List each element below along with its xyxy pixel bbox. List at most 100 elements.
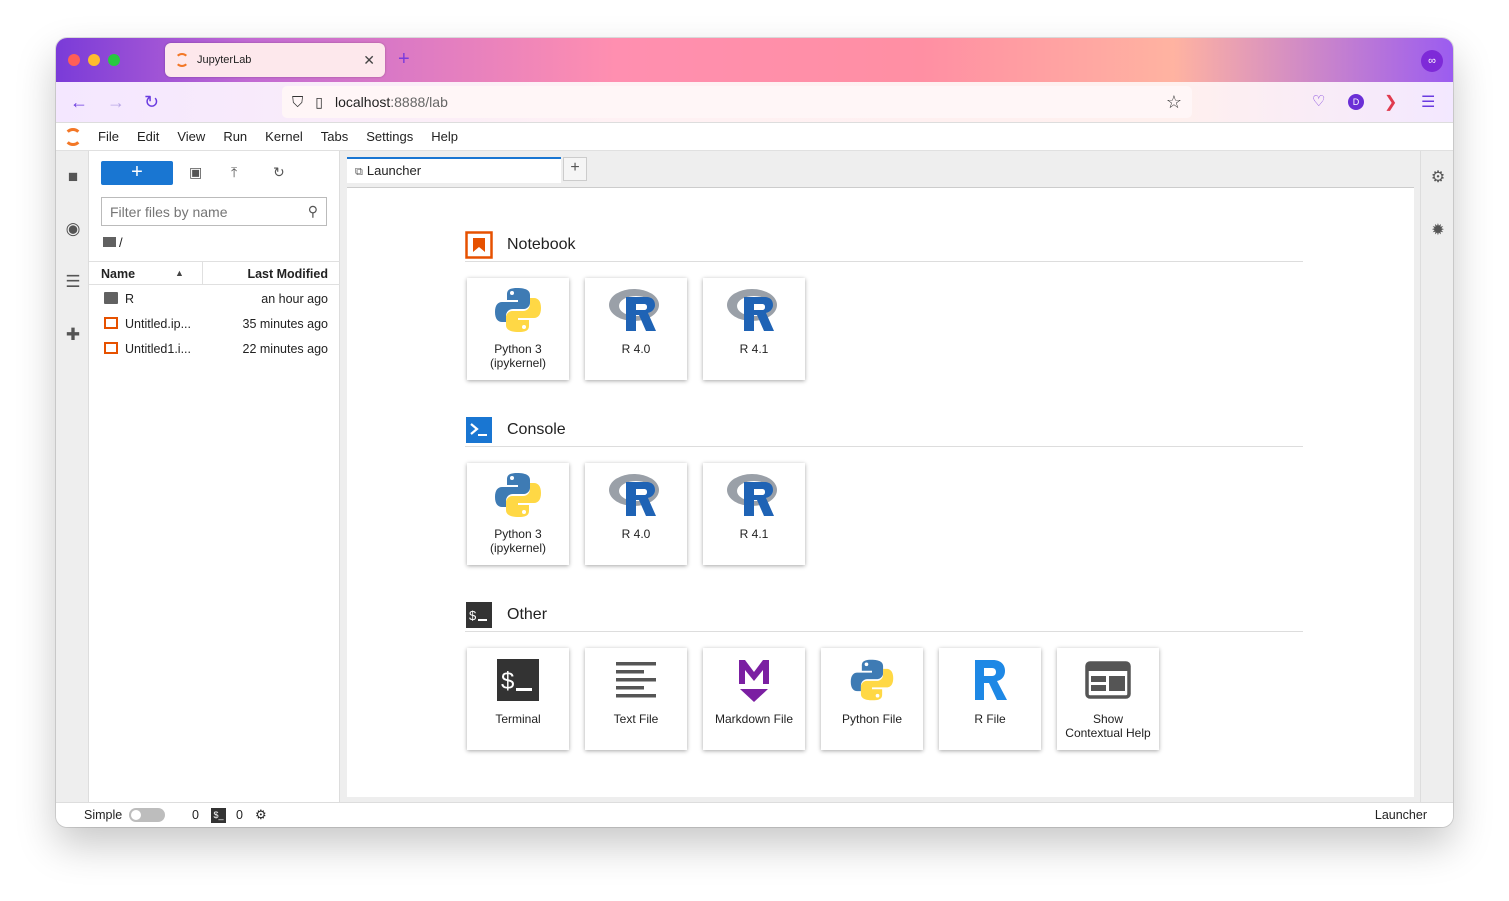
notebook-file-icon bbox=[104, 342, 118, 354]
search-icon: ⚲ bbox=[307, 203, 318, 219]
card-label: R 4.0 bbox=[621, 527, 651, 541]
table-of-contents-icon[interactable]: ☰ bbox=[63, 272, 83, 292]
minimize-window-button[interactable] bbox=[88, 54, 100, 66]
notebook-r40-card[interactable]: R 4.0 bbox=[585, 278, 687, 380]
browser-tab-title: JupyterLab bbox=[197, 54, 252, 66]
file-name: R bbox=[125, 292, 135, 306]
new-launcher-button[interactable]: + bbox=[101, 161, 173, 185]
back-arrow-icon[interactable]: ← bbox=[70, 92, 88, 113]
file-row[interactable]: Untitled.ip... 35 minutes ago bbox=[89, 311, 340, 336]
pocket-icon[interactable]: ♡ bbox=[1312, 92, 1325, 110]
notebook-file-icon bbox=[104, 317, 118, 329]
menu-edit[interactable]: Edit bbox=[137, 129, 159, 144]
menu-tabs[interactable]: Tabs bbox=[321, 129, 348, 144]
kernel-activity-chip-icon[interactable]: ⚙ bbox=[255, 807, 267, 823]
file-modified: 35 minutes ago bbox=[242, 317, 328, 331]
other-section-icon: $ bbox=[465, 601, 493, 629]
other-section: $ Other $ Terminal Text File Markdown Fi… bbox=[465, 598, 1303, 750]
python-file-card[interactable]: Python File bbox=[821, 648, 923, 750]
text-file-card[interactable]: Text File bbox=[585, 648, 687, 750]
contextual-help-card[interactable]: Show Contextual Help bbox=[1057, 648, 1159, 750]
card-label: R File bbox=[974, 712, 1006, 726]
notebook-python3-card[interactable]: Python 3 (ipykernel) bbox=[467, 278, 569, 380]
breadcrumb-path: / bbox=[119, 235, 123, 250]
markdown-file-card[interactable]: Markdown File bbox=[703, 648, 805, 750]
kernel-count[interactable]: 0 bbox=[192, 808, 199, 822]
card-label: R 4.1 bbox=[739, 342, 769, 356]
refresh-icon[interactable]: ↻ bbox=[273, 164, 285, 181]
account-avatar[interactable]: D bbox=[1348, 94, 1364, 110]
file-modified: an hour ago bbox=[261, 292, 328, 306]
hamburger-menu-icon[interactable]: ☰ bbox=[1421, 92, 1435, 112]
r-file-card[interactable]: R File bbox=[939, 648, 1041, 750]
breadcrumb-folder-icon bbox=[103, 237, 116, 247]
file-row[interactable]: R an hour ago bbox=[89, 286, 340, 311]
console-r40-card[interactable]: R 4.0 bbox=[585, 463, 687, 565]
filter-input[interactable] bbox=[110, 203, 308, 220]
main-area: ⧉ Launcher + Notebook Python 3 (ipykerne… bbox=[340, 151, 1421, 802]
card-label: R 4.1 bbox=[739, 527, 769, 541]
browser-tab[interactable]: JupyterLab ✕ bbox=[165, 43, 385, 77]
navigation-bar: ← → ↻ ⛉ ▯ localhost :8888/lab ☆ ♡ D ❯ ☰ bbox=[56, 82, 1453, 123]
menu-help[interactable]: Help bbox=[431, 129, 458, 144]
close-window-button[interactable] bbox=[68, 54, 80, 66]
extensions-puzzle-icon[interactable]: ✚ bbox=[63, 325, 83, 345]
file-filter[interactable]: ⚲ bbox=[101, 197, 327, 226]
markdown-icon bbox=[703, 648, 805, 712]
window-controls bbox=[68, 54, 120, 66]
forward-arrow-icon[interactable]: → bbox=[107, 92, 125, 113]
url-path: :8888/lab bbox=[390, 94, 448, 110]
new-tab-button[interactable]: + bbox=[398, 48, 410, 71]
add-tab-button[interactable]: + bbox=[563, 157, 587, 181]
terminal-count[interactable]: 0 bbox=[236, 808, 243, 822]
file-row[interactable]: Untitled1.i... 22 minutes ago bbox=[89, 336, 340, 361]
console-section-icon bbox=[465, 416, 493, 444]
file-browser-folder-icon[interactable]: ■ bbox=[63, 167, 83, 187]
r-logo-icon bbox=[585, 463, 687, 527]
console-python3-card[interactable]: Python 3 (ipykernel) bbox=[467, 463, 569, 565]
file-browser-panel: + ▣ ⤒ ↻ ⚲ / Name ▲ Last Modified R an ho… bbox=[89, 151, 340, 802]
extension-icon[interactable]: ❯ bbox=[1384, 92, 1397, 112]
page-info-icon[interactable]: ▯ bbox=[315, 94, 323, 111]
bookmark-star-icon[interactable]: ☆ bbox=[1166, 92, 1182, 113]
jupyter-logo-icon bbox=[64, 127, 82, 146]
reload-icon[interactable]: ↻ bbox=[144, 92, 159, 113]
python-icon bbox=[467, 278, 569, 342]
menu-file[interactable]: File bbox=[98, 129, 119, 144]
notebook-section-title: Notebook bbox=[507, 235, 576, 253]
terminal-icon: $ bbox=[467, 648, 569, 712]
url-host: localhost bbox=[334, 94, 391, 110]
menu-run[interactable]: Run bbox=[223, 129, 247, 144]
card-label: Python 3 (ipykernel) bbox=[489, 527, 546, 555]
notebook-r41-card[interactable]: R 4.1 bbox=[703, 278, 805, 380]
upload-icon[interactable]: ⤒ bbox=[231, 164, 237, 181]
name-column-header[interactable]: Name bbox=[101, 267, 135, 281]
simple-mode-toggle[interactable] bbox=[129, 808, 165, 822]
left-sidebar: ■ ◉ ☰ ✚ bbox=[56, 151, 89, 802]
menu-settings[interactable]: Settings bbox=[366, 129, 413, 144]
running-kernels-icon[interactable]: ◉ bbox=[63, 219, 83, 239]
new-folder-icon[interactable]: ▣ bbox=[189, 164, 202, 181]
status-bar: Simple 0 $_ 0 ⚙ Launcher bbox=[56, 802, 1453, 827]
console-section-title: Console bbox=[507, 420, 566, 438]
debugger-bug-icon[interactable]: ✹ bbox=[1428, 220, 1448, 240]
card-label: Text File bbox=[613, 712, 659, 726]
address-bar[interactable]: ⛉ ▯ localhost :8888/lab ☆ bbox=[282, 86, 1192, 118]
jupyter-favicon-icon bbox=[175, 53, 189, 67]
modified-column-header[interactable]: Last Modified bbox=[247, 267, 328, 281]
private-browsing-icon: ∞ bbox=[1421, 50, 1443, 72]
close-tab-icon[interactable]: ✕ bbox=[363, 52, 375, 69]
notebook-section-icon bbox=[465, 230, 493, 259]
shield-icon[interactable]: ⛉ bbox=[292, 94, 303, 111]
property-inspector-gears-icon[interactable]: ⚙ bbox=[1428, 167, 1448, 187]
menu-kernel[interactable]: Kernel bbox=[265, 129, 303, 144]
tab-launcher[interactable]: ⧉ Launcher bbox=[347, 157, 561, 183]
card-label: Show Contextual Help bbox=[1065, 712, 1151, 740]
r-logo-icon bbox=[703, 463, 805, 527]
svg-text:$: $ bbox=[501, 668, 514, 695]
zoom-window-button[interactable] bbox=[108, 54, 120, 66]
console-r41-card[interactable]: R 4.1 bbox=[703, 463, 805, 565]
breadcrumb[interactable]: / bbox=[103, 235, 123, 250]
menu-view[interactable]: View bbox=[177, 129, 205, 144]
terminal-card[interactable]: $ Terminal bbox=[467, 648, 569, 750]
